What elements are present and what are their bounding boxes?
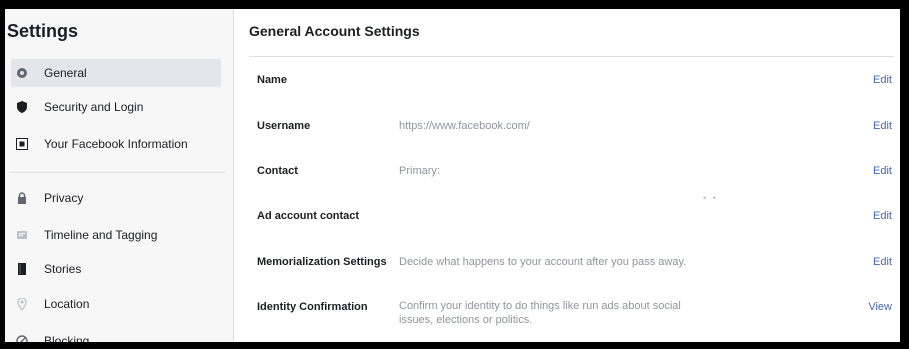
sidebar-item-security-and-login[interactable]: Security and Login — [11, 93, 221, 121]
edit-contact-link[interactable]: Edit — [873, 165, 892, 177]
sidebar-item-label: Privacy — [44, 191, 84, 205]
sidebar-item-location[interactable]: Location — [11, 290, 221, 318]
row-value: Decide what happens to your account afte… — [399, 256, 687, 268]
page-title: General Account Settings — [249, 23, 420, 39]
row-value: Primary: — [399, 165, 440, 177]
sidebar-item-label: Your Facebook Information — [44, 137, 188, 151]
tag-icon — [16, 229, 28, 241]
sidebar-item-label: Stories — [44, 262, 82, 276]
general-account-settings-panel: General Account Settings Name Edit Usern… — [234, 9, 900, 342]
lock-icon — [16, 192, 28, 204]
settings-row-ad-account-contact: Ad account contact Edit — [234, 194, 900, 238]
sidebar-item-stories[interactable]: Stories — [11, 255, 221, 283]
sidebar-item-timeline-and-tagging[interactable]: Timeline and Tagging — [11, 221, 221, 249]
settings-sidebar: Settings General Security and Login Your… — [5, 9, 234, 342]
sidebar-title: Settings — [7, 21, 79, 41]
settings-row-name: Name Edit — [234, 58, 900, 102]
row-label: Username — [257, 120, 311, 132]
row-value: Confirm your identity to do things like … — [399, 300, 681, 326]
edit-name-link[interactable]: Edit — [873, 74, 892, 86]
facebook-icon — [16, 138, 28, 150]
book-icon — [16, 263, 28, 275]
location-pin-icon — [16, 298, 28, 310]
sidebar-item-label: Blocking — [44, 334, 90, 342]
sidebar-item-label: Timeline and Tagging — [44, 228, 158, 242]
sidebar-item-general[interactable]: General — [11, 59, 221, 87]
gear-icon — [16, 67, 28, 79]
settings-window: Settings General Security and Login Your… — [5, 9, 900, 342]
sidebar-item-privacy[interactable]: Privacy — [11, 184, 221, 212]
sidebar-item-label: General — [44, 66, 87, 80]
edit-ad-account-contact-link[interactable]: Edit — [873, 210, 892, 222]
shield-icon — [16, 101, 28, 113]
title-divider — [249, 56, 894, 57]
settings-row-username: Username https://www.facebook.com/ Edit — [234, 104, 900, 148]
edit-memorialization-link[interactable]: Edit — [873, 256, 892, 268]
row-label: Contact — [257, 165, 298, 177]
settings-row-contact: Contact Primary: Edit — [234, 149, 900, 193]
sidebar-item-label: Security and Login — [44, 100, 144, 114]
row-label: Identity Confirmation — [257, 301, 368, 313]
settings-row-identity-confirmation: Identity Confirmation Confirm your ident… — [234, 285, 900, 335]
sidebar-item-your-facebook-information[interactable]: Your Facebook Information — [11, 130, 221, 158]
row-label: Ad account contact — [257, 210, 360, 222]
sidebar-item-blocking[interactable]: Blocking — [11, 327, 221, 342]
view-identity-confirmation-link[interactable]: View — [868, 301, 892, 313]
settings-row-memorialization: Memorialization Settings Decide what hap… — [234, 240, 900, 284]
block-icon — [16, 335, 28, 342]
row-label: Name — [257, 74, 287, 86]
row-label: Memorialization Settings — [257, 256, 387, 268]
sidebar-item-label: Location — [44, 297, 90, 311]
edit-username-link[interactable]: Edit — [873, 120, 892, 132]
sidebar-divider — [10, 172, 225, 173]
row-value: https://www.facebook.com/ — [399, 120, 530, 132]
